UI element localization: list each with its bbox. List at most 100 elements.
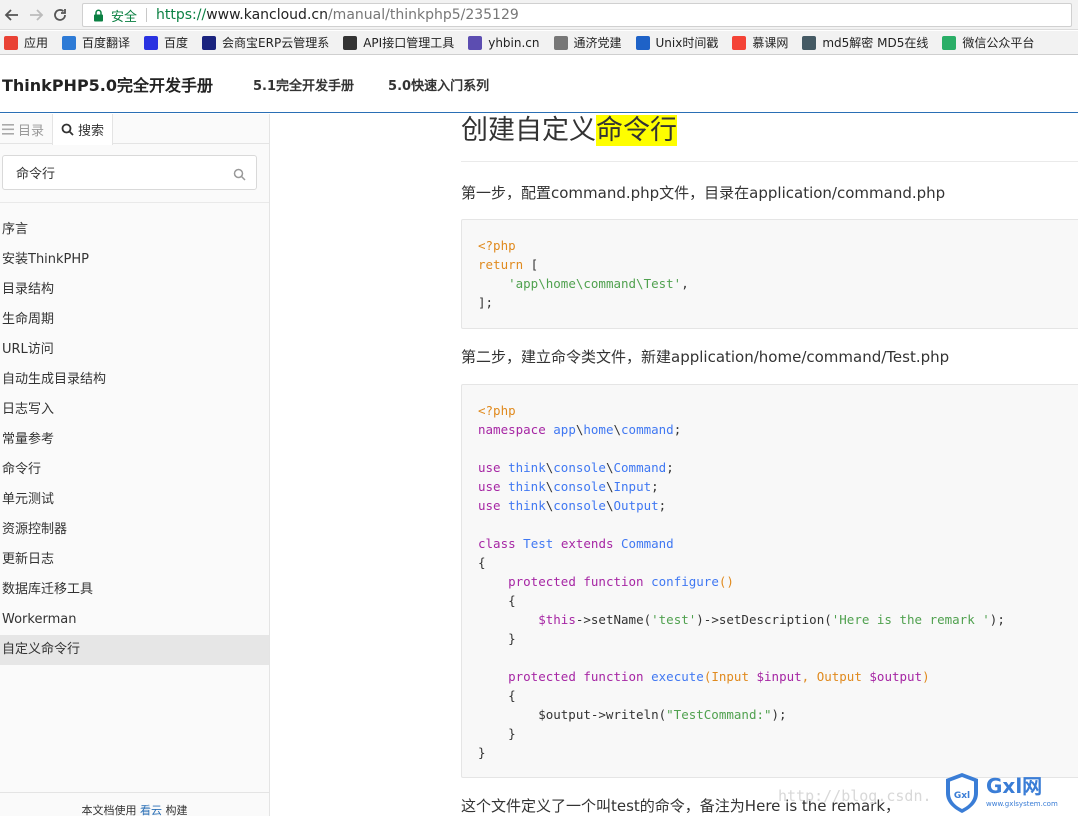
- url-text: https://www.kancloud.cn/manual/thinkphp5…: [156, 7, 519, 23]
- sidebar-item[interactable]: URL访问: [0, 335, 269, 365]
- tab-toc[interactable]: 目录: [0, 114, 52, 144]
- sidebar-item[interactable]: 目录结构: [0, 275, 269, 305]
- bookmark-6[interactable]: 通济党建: [553, 34, 622, 51]
- page-title: 创建自定义命令行: [461, 114, 1078, 162]
- sidebar-search-input[interactable]: [3, 156, 218, 189]
- wechat-icon: [942, 35, 957, 50]
- code-line: }: [478, 726, 516, 741]
- tab-toc-label: 目录: [18, 123, 45, 139]
- code-line: }: [478, 745, 486, 760]
- main-content: 创建自定义命令行 第一步，配置command.php文件，目录在applicat…: [271, 114, 1078, 816]
- code-line: }: [478, 631, 516, 646]
- baidu-paw-icon: [144, 35, 159, 50]
- bookmark-label: yhbin.cn: [488, 35, 540, 50]
- sidebar: 目录 搜索 序言安装ThinkPHP目录结构生命周期URL访问自动生成目录结构日…: [0, 114, 270, 816]
- bookmark-9[interactable]: md5解密 MD5在线: [802, 34, 928, 51]
- sidebar-item[interactable]: 自定义命令行: [0, 635, 269, 665]
- bookmark-0[interactable]: 应用: [4, 34, 48, 51]
- bookmark-label: API接口管理工具: [363, 36, 455, 50]
- shield-icon: [468, 35, 483, 50]
- gxl-logo: Gxl Gxl网 www.gxlsystem.com: [944, 771, 1074, 815]
- code-line: namespace app\home\command;: [478, 422, 682, 437]
- sidebar-item[interactable]: 安装ThinkPHP: [0, 245, 269, 275]
- bird-icon: [202, 35, 217, 50]
- bookmark-label: 通济党建: [573, 36, 622, 50]
- sidebar-item[interactable]: Workerman: [0, 605, 269, 635]
- nav-link-5-1-manual[interactable]: 5.1完全开发手册: [253, 75, 354, 94]
- code-line: <?php: [478, 403, 516, 418]
- sidebar-item[interactable]: 数据库迁移工具: [0, 575, 269, 605]
- page-icon: [553, 35, 568, 50]
- sidebar-item[interactable]: 自动生成目录结构: [0, 365, 269, 395]
- step1-text: 第一步，配置command.php文件，目录在application/comma…: [461, 184, 946, 202]
- bookmark-1[interactable]: 百度翻译: [62, 34, 130, 51]
- tab-search-label: 搜索: [78, 124, 105, 139]
- bookmark-3[interactable]: 会商宝ERP云管理系: [202, 34, 329, 51]
- search-icon: [61, 123, 74, 136]
- code-line: 'app\home\command\Test',: [508, 276, 689, 291]
- code-line: use think\console\Command;: [478, 460, 674, 475]
- nav-link-5-0-quickstart[interactable]: 5.0快速入门系列: [388, 75, 489, 94]
- forward-icon[interactable]: [24, 3, 48, 27]
- bookmark-10[interactable]: 微信公众平台: [942, 34, 1034, 51]
- logo-text: Gxl网: [986, 774, 1042, 798]
- bookmark-label: 百度翻译: [82, 36, 131, 50]
- reload-icon[interactable]: [48, 3, 72, 27]
- code-line: {: [478, 593, 516, 608]
- lock-icon: [91, 8, 105, 22]
- bookmark-label: Unix时间戳: [655, 36, 719, 50]
- unix-icon: [635, 35, 650, 50]
- site-header: ThinkPHP5.0完全开发手册 5.1完全开发手册 5.0快速入门系列: [0, 56, 1078, 113]
- site-title[interactable]: ThinkPHP5.0完全开发手册: [2, 72, 213, 96]
- sidebar-item[interactable]: 序言: [0, 215, 269, 245]
- bookmark-4[interactable]: API接口管理工具: [343, 34, 454, 51]
- code-line: return [: [478, 257, 539, 272]
- code-line: class Test extends Command: [478, 536, 674, 551]
- code-line: protected function configure(): [508, 574, 734, 589]
- baidu-fanyi-icon: [62, 35, 77, 50]
- code-line: use think\console\Output;: [478, 498, 667, 513]
- bookmark-label: md5解密 MD5在线: [822, 36, 929, 50]
- apps-grid-icon: [4, 35, 18, 50]
- search-highlight: 命令行: [596, 115, 677, 146]
- shuffle-icon: [343, 35, 358, 50]
- code-line: <?php: [478, 238, 516, 253]
- sidebar-item[interactable]: 日志写入: [0, 395, 269, 425]
- bookmark-label: 应用: [24, 36, 49, 50]
- search-icon[interactable]: [233, 166, 246, 185]
- kancloud-link[interactable]: 看云: [140, 804, 162, 816]
- bookmark-2[interactable]: 百度: [144, 34, 188, 51]
- sidebar-item[interactable]: 更新日志: [0, 545, 269, 575]
- step2-text: 第二步，建立命令类文件，新建application/home/command/T…: [461, 348, 950, 366]
- url-field[interactable]: 安全 https://www.kancloud.cn/manual/thinkp…: [82, 3, 1072, 27]
- sidebar-search-box: [2, 155, 257, 190]
- bookmarks-bar: 应用 百度翻译 百度 会商宝ERP云管理系 API接口管理工具 yhbin.cn 通济党建 U…: [0, 31, 1078, 55]
- sidebar-item[interactable]: 命令行: [0, 455, 269, 485]
- sidebar-tabs: 目录 搜索: [0, 114, 269, 145]
- tab-search[interactable]: 搜索: [52, 114, 114, 145]
- fire-icon: [732, 35, 747, 50]
- bookmark-label: 百度: [164, 36, 189, 50]
- bookmark-label: 微信公众平台: [962, 36, 1035, 50]
- back-icon[interactable]: [0, 3, 24, 27]
- code-line: $output->writeln("TestCommand:");: [478, 707, 787, 722]
- bookmark-label: 会商宝ERP云管理系: [222, 36, 330, 50]
- sidebar-item[interactable]: 单元测试: [0, 485, 269, 515]
- list-icon: [2, 123, 14, 135]
- bookmark-7[interactable]: Unix时间戳: [635, 34, 719, 51]
- sidebar-item[interactable]: 资源控制器: [0, 515, 269, 545]
- bookmark-label: 慕课网: [752, 36, 789, 50]
- sidebar-item[interactable]: 生命周期: [0, 305, 269, 335]
- browser-address-bar: 安全 https://www.kancloud.cn/manual/thinkp…: [0, 0, 1078, 30]
- secure-label: 安全: [111, 9, 138, 25]
- md5-icon: [802, 35, 817, 50]
- code-line: {: [478, 688, 516, 703]
- bookmark-8[interactable]: 慕课网: [732, 34, 788, 51]
- toc-list: 序言 安装ThinkPHP 目录结构 生命周期 URL访问 自动生成目录结构 日志写入 常量参…: [0, 215, 269, 665]
- bookmark-5[interactable]: yhbin.cn: [468, 35, 540, 50]
- sidebar-item[interactable]: 常量参考: [0, 425, 269, 455]
- logo-site: www.gxlsystem.com: [986, 800, 1058, 808]
